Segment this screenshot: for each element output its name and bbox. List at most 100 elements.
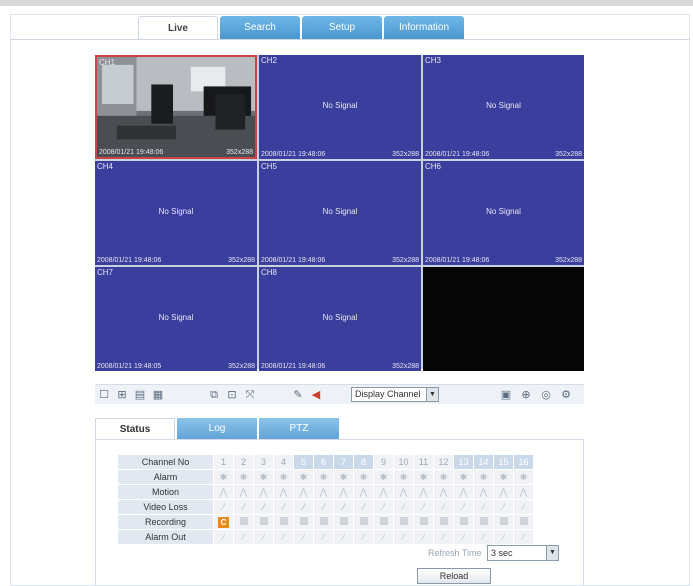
video-loss-active-icon: ⁄ xyxy=(273,499,294,515)
channel-number: 11 xyxy=(413,454,434,470)
recording-idle-icon xyxy=(439,517,448,525)
tab-setup[interactable]: Setup xyxy=(302,16,382,40)
motion-icon: ⋀ xyxy=(433,484,454,500)
no-signal-text: No Signal xyxy=(486,101,521,110)
tab-information[interactable]: Information xyxy=(384,16,464,40)
recording-cell xyxy=(293,514,314,530)
recording-cell xyxy=(473,514,494,530)
alarm-icon: ✱ xyxy=(473,469,494,485)
refresh-time-select[interactable]: 3 sec ▼ xyxy=(487,545,559,561)
channel-cell-empty[interactable] xyxy=(423,267,584,371)
layout-1x1-icon[interactable]: ☐ xyxy=(97,388,111,402)
alarm-icon: ✱ xyxy=(493,469,514,485)
alarm-icon: ✱ xyxy=(393,469,414,485)
channel-resolution: 352x288 xyxy=(555,151,582,158)
channel-cell-5[interactable]: CH5 No Signal 2008/01/21 19:48:06 352x28… xyxy=(259,161,421,265)
alarm-icon: ✱ xyxy=(413,469,434,485)
alarm-out-icon: ⁄ xyxy=(493,529,514,545)
channel-number: 15 xyxy=(493,454,514,470)
tab-status[interactable]: Status xyxy=(95,418,175,440)
alarm-out-icon: ⁄ xyxy=(293,529,314,545)
settings-icon[interactable]: ⚙ xyxy=(559,388,573,402)
tab-live[interactable]: Live xyxy=(138,16,218,40)
recording-cell xyxy=(233,514,254,530)
layout-3x3-icon[interactable]: ▦ xyxy=(151,388,165,402)
video-loss-icon: ⁄ xyxy=(493,499,514,515)
no-signal-text: No Signal xyxy=(322,101,358,110)
reload-button[interactable]: Reload xyxy=(417,568,491,584)
alarm-out-icon: ⁄ xyxy=(373,529,394,545)
channel-cell-2[interactable]: CH2 No Signal 2008/01/21 19:48:06 352x28… xyxy=(259,55,421,159)
pen-icon[interactable]: ✎ xyxy=(291,388,305,402)
recording-idle-icon xyxy=(299,517,308,525)
channel-number: 9 xyxy=(373,454,394,470)
channel-cell-1[interactable]: CH1 2008/01/21 19:48:06 352x288 xyxy=(95,55,257,159)
recording-cell xyxy=(433,514,454,530)
save-icon[interactable]: ▣ xyxy=(499,388,513,402)
alarm-icon: ✱ xyxy=(233,469,254,485)
video-loss-icon: ⁄ xyxy=(433,499,454,515)
alarm-icon: ✱ xyxy=(433,469,454,485)
channel-cell-7[interactable]: CH7 No Signal 2008/01/21 19:48:05 352x28… xyxy=(95,267,257,371)
channel-number: 10 xyxy=(393,454,414,470)
alarm-out-icon: ⁄ xyxy=(453,529,474,545)
channel-header-row: Channel No 1 2 3 4 5 6 7 8 9 10 11 12 13… xyxy=(117,454,534,470)
display-channel-select[interactable]: Display Channel ▼ xyxy=(351,387,439,402)
motion-icon: ⋀ xyxy=(353,484,374,500)
channel-number: 8 xyxy=(353,454,374,470)
snapshot-icon[interactable]: ◎ xyxy=(539,388,553,402)
recording-active-icon: C xyxy=(218,516,229,528)
channel-cell-4[interactable]: CH4 No Signal 2008/01/21 19:48:06 352x28… xyxy=(95,161,257,265)
main-tabs: Live Search Setup Information xyxy=(138,16,464,40)
layout-2x2-icon[interactable]: ⊞ xyxy=(115,388,129,402)
sequence-icon[interactable]: ⧉ xyxy=(207,388,221,402)
recording-cell: C xyxy=(213,514,234,530)
video-loss-row: Video Loss ⁄ ⁄ ⁄ ⁄ ⁄ ⁄ ⁄ ⁄ ⁄ ⁄ ⁄ ⁄ ⁄ ⁄ ⁄ ⁄ xyxy=(117,499,534,515)
video-loss-active-icon: ⁄ xyxy=(353,499,374,515)
live-toolbar: ☐ ⊞ ▤ ▦ ⧉ ⊡ ⤧ ✎ ◀ Display Channel ▼ ▣ ⊕ … xyxy=(95,384,584,404)
row-label: Channel No xyxy=(117,454,214,470)
video-loss-active-icon: ⁄ xyxy=(333,499,354,515)
channel-timestamp: 2008/01/21 19:48:06 xyxy=(261,257,326,264)
row-label: Alarm Out xyxy=(117,529,214,545)
globe-icon[interactable]: ⊕ xyxy=(519,388,533,402)
row-label: Alarm xyxy=(117,469,214,485)
alarm-out-icon: ⁄ xyxy=(273,529,294,545)
freeze-icon[interactable]: ⊡ xyxy=(225,388,239,402)
alarm-icon: ✱ xyxy=(453,469,474,485)
recording-cell xyxy=(513,514,534,530)
recording-row: Recording C xyxy=(117,514,534,530)
channel-timestamp: 2008/01/21 19:48:06 xyxy=(425,257,490,264)
audio-icon[interactable]: ◀ xyxy=(309,388,323,402)
video-loss-icon: ⁄ xyxy=(513,499,534,515)
layout-1plus5-icon[interactable]: ▤ xyxy=(133,388,147,402)
no-signal-text: No Signal xyxy=(486,207,521,216)
motion-icon: ⋀ xyxy=(413,484,434,500)
tab-log[interactable]: Log xyxy=(177,418,257,440)
channel-timestamp: 2008/01/21 19:48:06 xyxy=(97,257,162,264)
alarm-out-icon: ⁄ xyxy=(213,529,234,545)
motion-icon: ⋀ xyxy=(273,484,294,500)
tab-ptz[interactable]: PTZ xyxy=(259,418,339,440)
alarm-out-icon: ⁄ xyxy=(233,529,254,545)
motion-icon: ⋀ xyxy=(373,484,394,500)
alarm-icon: ✱ xyxy=(213,469,234,485)
recording-cell xyxy=(273,514,294,530)
channel-number: 13 xyxy=(453,454,474,470)
channel-cell-6[interactable]: CH6 No Signal 2008/01/21 19:48:06 352x28… xyxy=(423,161,584,265)
row-label: Motion xyxy=(117,484,214,500)
channel-number: 14 xyxy=(473,454,494,470)
fullscreen-icon[interactable]: ⤧ xyxy=(243,388,257,402)
channel-cell-8[interactable]: CH8 No Signal 2008/01/21 19:48:06 352x28… xyxy=(259,267,421,371)
recording-cell xyxy=(373,514,394,530)
channel-resolution: 352x288 xyxy=(555,257,582,264)
recording-cell xyxy=(353,514,374,530)
recording-idle-icon xyxy=(379,517,388,525)
video-loss-icon: ⁄ xyxy=(393,499,414,515)
channel-timestamp: 2008/01/21 19:48:06 xyxy=(261,151,326,158)
channel-cell-3[interactable]: CH3 No Signal 2008/01/21 19:48:06 352x28… xyxy=(423,55,584,159)
tab-search[interactable]: Search xyxy=(220,16,300,40)
status-table: Channel No 1 2 3 4 5 6 7 8 9 10 11 12 13… xyxy=(117,454,534,545)
channel-number: 1 xyxy=(213,454,234,470)
motion-icon: ⋀ xyxy=(253,484,274,500)
